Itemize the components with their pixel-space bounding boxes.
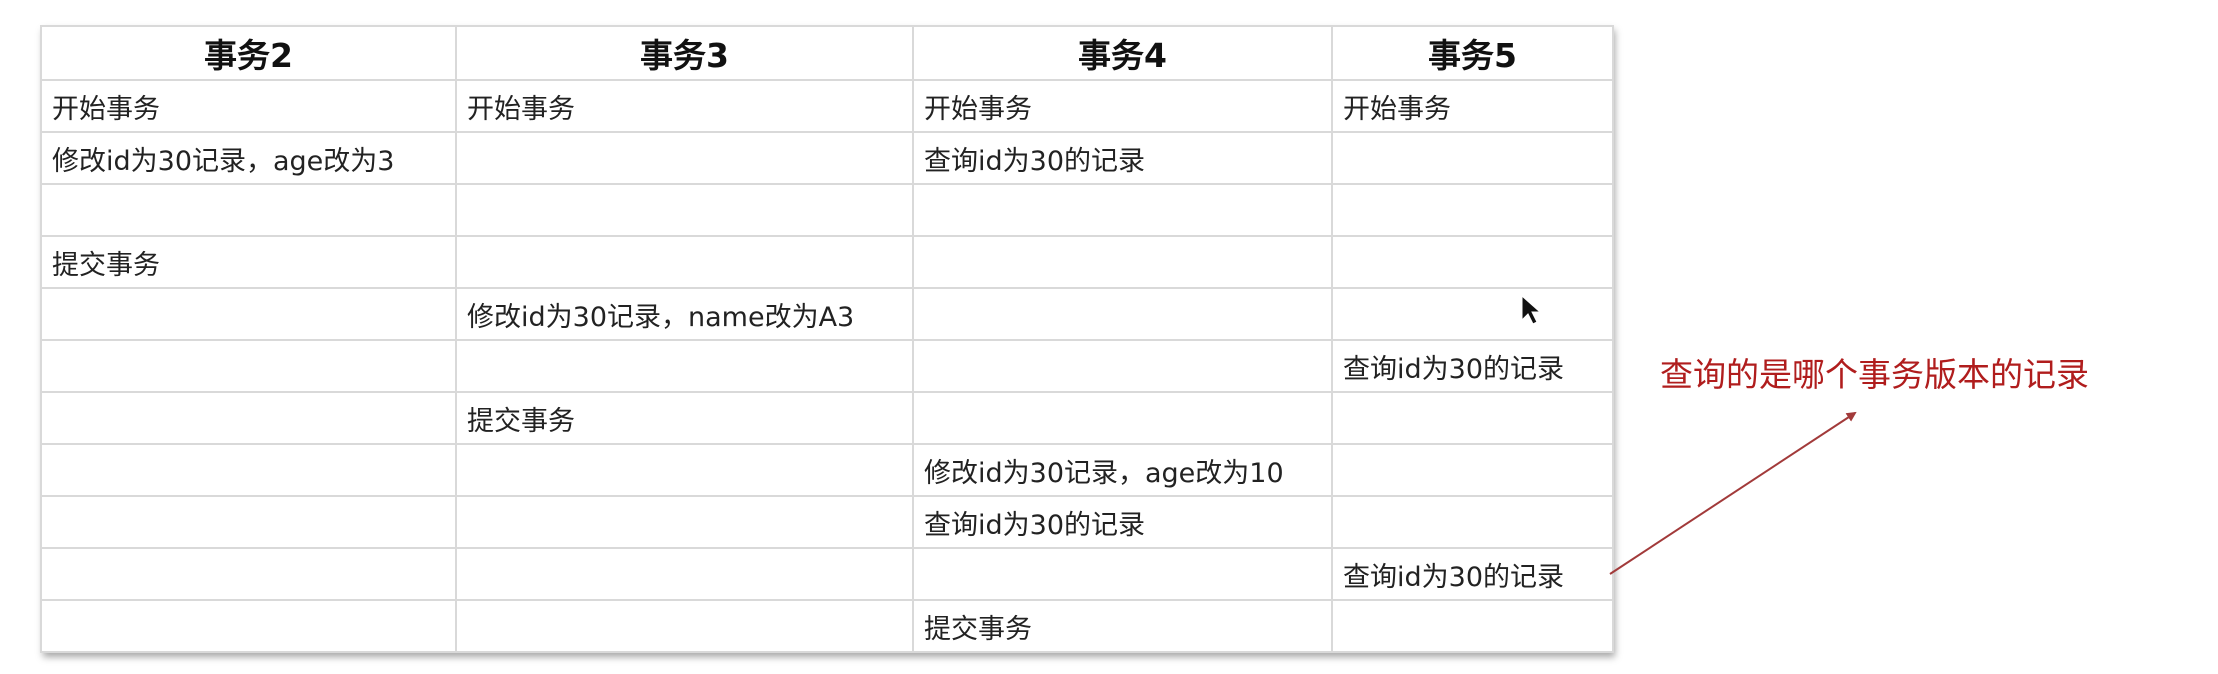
table-row: 查询id为30的记录	[40, 339, 1614, 393]
table-cell: 查询id为30的记录	[912, 131, 1333, 185]
table-cell: 查询id为30的记录	[1331, 547, 1614, 601]
table-cell	[912, 339, 1333, 393]
header-row: 事务2 事务3 事务4 事务5	[40, 25, 1614, 81]
table-row: 提交事务	[40, 599, 1614, 653]
table-cell	[912, 547, 1333, 601]
table-row: 修改id为30记录，age改为10	[40, 443, 1614, 497]
table-cell: 开始事务	[40, 79, 457, 133]
table-row: 修改id为30记录，name改为A3	[40, 287, 1614, 341]
table-cell	[912, 183, 1333, 237]
table-row: 提交事务	[40, 235, 1614, 289]
table-cell	[455, 443, 914, 497]
column-header-tx2: 事务2	[40, 25, 457, 81]
table-cell	[40, 183, 457, 237]
table-cell: 修改id为30记录，name改为A3	[455, 287, 914, 341]
table-cell	[1331, 599, 1614, 653]
table-cell	[40, 495, 457, 549]
table-row	[40, 183, 1614, 237]
table-cell	[1331, 235, 1614, 289]
table-cell	[40, 443, 457, 497]
table-cell	[1331, 495, 1614, 549]
table-cell	[455, 339, 914, 393]
table-cell	[40, 599, 457, 653]
transaction-table-container: 事务2 事务3 事务4 事务5 开始事务 开始事务 开始事务 开始事务 修改id…	[40, 25, 1614, 653]
table-cell: 开始事务	[912, 79, 1333, 133]
column-header-tx4: 事务4	[912, 25, 1333, 81]
table-row: 查询id为30的记录	[40, 547, 1614, 601]
table-cell: 修改id为30记录，age改为10	[912, 443, 1333, 497]
table-row: 查询id为30的记录	[40, 495, 1614, 549]
table-cell: 提交事务	[40, 235, 457, 289]
table-cell: 开始事务	[1331, 79, 1614, 133]
table-row: 开始事务 开始事务 开始事务 开始事务	[40, 79, 1614, 133]
table-row: 修改id为30记录，age改为3 查询id为30的记录	[40, 131, 1614, 185]
table-cell	[1331, 443, 1614, 497]
table-cell	[1331, 131, 1614, 185]
table-cell: 开始事务	[455, 79, 914, 133]
transaction-table: 事务2 事务3 事务4 事务5 开始事务 开始事务 开始事务 开始事务 修改id…	[40, 25, 1614, 653]
table-row: 提交事务	[40, 391, 1614, 445]
table-cell	[40, 339, 457, 393]
table-cell: 提交事务	[455, 391, 914, 445]
table-cell	[1331, 391, 1614, 445]
annotation-arrow	[1609, 411, 1857, 575]
column-header-tx3: 事务3	[455, 25, 914, 81]
table-cell	[455, 235, 914, 289]
column-header-tx5: 事务5	[1331, 25, 1614, 81]
table-cell	[455, 599, 914, 653]
annotation-question: 查询的是哪个事务版本的记录	[1660, 355, 2089, 394]
table-cell: 修改id为30记录，age改为3	[40, 131, 457, 185]
table-cell: 查询id为30的记录	[1331, 339, 1614, 393]
table-cell	[455, 183, 914, 237]
table-cell	[1331, 183, 1614, 237]
table-cell	[912, 235, 1333, 289]
table-cell	[455, 131, 914, 185]
table-cell	[40, 391, 457, 445]
table-cell	[912, 287, 1333, 341]
table-cell	[912, 391, 1333, 445]
table-cell: 提交事务	[912, 599, 1333, 653]
table-cell: 查询id为30的记录	[912, 495, 1333, 549]
table-cell	[40, 287, 457, 341]
table-cell	[40, 547, 457, 601]
table-cell	[455, 495, 914, 549]
table-cell	[455, 547, 914, 601]
table-cell	[1331, 287, 1614, 341]
